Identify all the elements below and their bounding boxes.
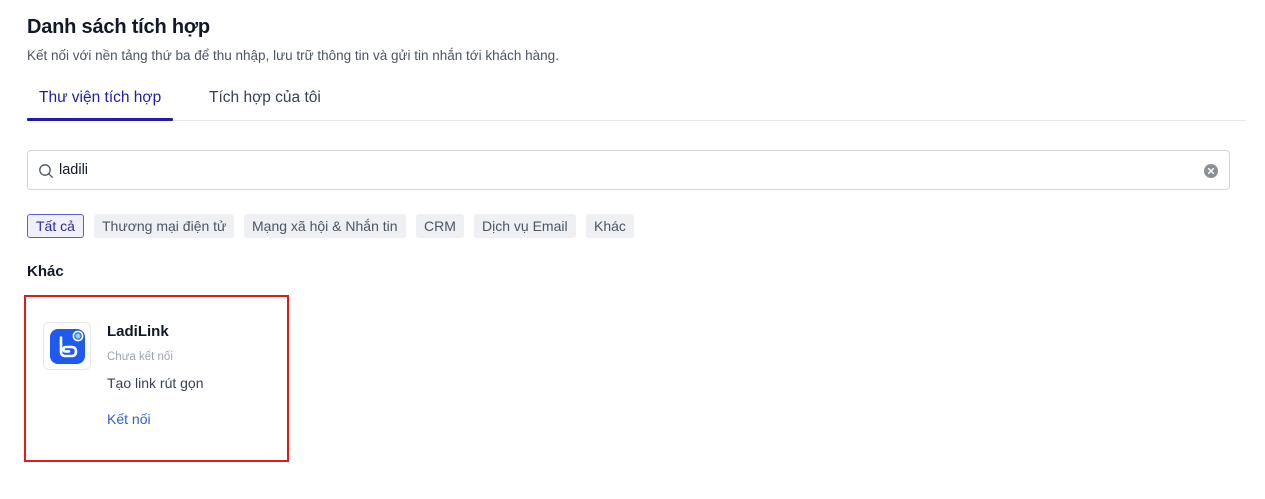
filter-chip-all[interactable]: Tất cả [27, 214, 84, 238]
section-title: Khác [27, 263, 64, 280]
search-box [27, 150, 1230, 190]
filter-chip-crm[interactable]: CRM [416, 214, 464, 238]
ladilink-logo-icon [50, 329, 85, 364]
integrations-page: Danh sách tích hợp Kết nối với nền tảng … [0, 0, 1265, 499]
filter-chip-email-service[interactable]: Dịch vụ Email [474, 214, 576, 238]
tab-integration-library[interactable]: Thư viện tích hợp [27, 80, 173, 121]
tab-bar: Thư viện tích hợp Tích hợp của tôi [27, 80, 1246, 121]
app-logo-frame [43, 322, 91, 370]
search-input[interactable] [59, 159, 1199, 181]
connect-link[interactable]: Kết nối [107, 411, 151, 427]
connection-status: Chưa kết nối [107, 351, 173, 363]
filter-chip-ecommerce[interactable]: Thương mại điện tử [94, 214, 235, 238]
clear-icon[interactable] [1204, 164, 1218, 178]
search-icon [38, 163, 54, 179]
filter-chip-social-messaging[interactable]: Mạng xã hội & Nhắn tin [244, 214, 406, 238]
integration-description: Tạo link rút gọn [107, 375, 204, 391]
tab-my-integrations[interactable]: Tích hợp của tôi [209, 80, 321, 120]
integration-card-ladilink[interactable]: LadiLink Chưa kết nối Tạo link rút gọn K… [24, 295, 289, 462]
integration-name: LadiLink [107, 323, 169, 340]
page-subtitle: Kết nối với nền tảng thứ ba để thu nhập,… [27, 48, 559, 63]
page-title: Danh sách tích hợp [27, 16, 210, 38]
filter-chip-other[interactable]: Khác [586, 214, 634, 238]
